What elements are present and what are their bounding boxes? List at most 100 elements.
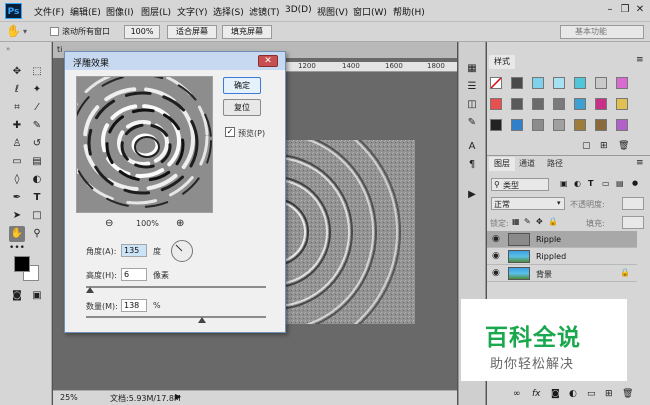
height-slider[interactable] xyxy=(86,286,266,288)
healing-brush-tool-icon[interactable]: ✚ xyxy=(9,118,25,134)
menu-select[interactable]: 选择(S) xyxy=(213,5,244,18)
lock-transparency-icon[interactable]: ▦ xyxy=(512,217,520,226)
amount-input[interactable]: 138 xyxy=(121,299,147,312)
visibility-eye-icon[interactable]: ◉ xyxy=(492,251,500,261)
actions-panel-icon[interactable]: ▶ xyxy=(465,188,479,202)
fill-screen-button[interactable]: 填充屏幕 xyxy=(222,25,272,39)
menu-3d[interactable]: 3D(D) xyxy=(285,5,312,15)
menu-help[interactable]: 帮助(H) xyxy=(393,5,425,18)
menu-layer[interactable]: 图层(L) xyxy=(141,5,171,18)
adjustment-layer-icon[interactable]: ◐ xyxy=(569,389,577,399)
status-menu-arrow-icon[interactable]: ▶ xyxy=(175,392,181,401)
move-tool-icon[interactable]: ✥ xyxy=(9,64,25,80)
style-swatch[interactable] xyxy=(511,98,523,110)
filter-type-icon[interactable]: T xyxy=(588,179,593,188)
style-swatch[interactable] xyxy=(511,77,523,89)
new-style-add-icon[interactable]: ⊞ xyxy=(600,141,608,151)
menu-window[interactable]: 窗口(W) xyxy=(353,5,387,18)
angle-dial[interactable] xyxy=(171,240,193,262)
preview-checkbox[interactable]: ✓ xyxy=(225,127,235,137)
lasso-tool-icon[interactable]: ℓ xyxy=(9,82,25,98)
style-swatch[interactable] xyxy=(553,98,565,110)
ok-button[interactable]: 确定 xyxy=(223,77,261,94)
eyedropper-tool-icon[interactable]: ⁄ xyxy=(29,100,45,116)
marquee-tool-icon[interactable]: ⬚ xyxy=(29,64,45,80)
style-swatch[interactable] xyxy=(616,77,628,89)
paragraph-panel-icon[interactable]: ¶ xyxy=(465,158,479,172)
type-tool-icon[interactable]: T xyxy=(29,190,45,206)
dialog-close-icon[interactable]: ✕ xyxy=(258,55,278,67)
zoom-in-icon[interactable]: ⊕ xyxy=(176,218,184,229)
style-swatch[interactable] xyxy=(595,77,607,89)
layer-style-icon[interactable]: fx xyxy=(532,389,541,399)
brush-panel-icon[interactable]: ✎ xyxy=(465,116,479,130)
gradient-tool-icon[interactable]: ▤ xyxy=(29,154,45,170)
style-swatch[interactable] xyxy=(616,119,628,131)
delete-style-icon[interactable]: 🗑 xyxy=(618,141,629,151)
style-swatch[interactable] xyxy=(490,119,502,131)
opacity-field[interactable] xyxy=(622,197,644,210)
path-selection-tool-icon[interactable]: ➤ xyxy=(9,208,25,224)
style-swatch[interactable] xyxy=(511,119,523,131)
delete-layer-icon[interactable]: 🗑 xyxy=(622,389,633,399)
zoom-100-button[interactable]: 100% xyxy=(124,25,160,39)
pen-tool-icon[interactable]: ✒ xyxy=(9,190,25,206)
style-swatch[interactable] xyxy=(574,119,586,131)
fit-screen-button[interactable]: 适合屏幕 xyxy=(167,25,217,39)
menu-edit[interactable]: 编辑(E) xyxy=(70,5,101,18)
quick-mask-icon[interactable]: ◙ xyxy=(9,288,25,304)
lock-all-icon[interactable]: 🔒 xyxy=(548,217,558,226)
visibility-eye-icon[interactable]: ◉ xyxy=(492,268,500,278)
filter-toggle-icon[interactable]: ● xyxy=(632,179,638,187)
magic-wand-tool-icon[interactable]: ✦ xyxy=(29,82,45,98)
document-tab[interactable]: ti xyxy=(57,45,62,54)
character-panel-icon[interactable]: A xyxy=(465,140,479,154)
new-layer-icon[interactable]: ⊞ xyxy=(605,389,613,399)
workspace-select[interactable]: 基本功能 xyxy=(560,25,644,39)
dodge-tool-icon[interactable]: ◐ xyxy=(29,172,45,188)
layers-panel-menu-icon[interactable]: ≡ xyxy=(636,158,644,168)
zoom-tool-icon[interactable]: ⚲ xyxy=(29,226,45,242)
style-swatch[interactable] xyxy=(574,98,586,110)
embossed-canvas-image[interactable] xyxy=(285,140,415,324)
filter-shape-icon[interactable]: ▭ xyxy=(602,179,610,188)
screen-mode-icon[interactable]: ▣ xyxy=(29,288,45,304)
amount-slider-thumb[interactable] xyxy=(198,317,206,323)
zoom-out-icon[interactable]: ⊖ xyxy=(105,218,113,229)
style-swatch[interactable] xyxy=(595,119,607,131)
crop-tool-icon[interactable]: ⌗ xyxy=(9,100,25,116)
clone-stamp-tool-icon[interactable]: ♙ xyxy=(9,136,25,152)
amount-slider[interactable] xyxy=(86,316,266,318)
lock-position-icon[interactable]: ✥ xyxy=(536,217,543,226)
eraser-tool-icon[interactable]: ▭ xyxy=(9,154,25,170)
filter-smart-object-icon[interactable]: ▤ xyxy=(616,179,624,188)
menu-filter[interactable]: 滤镜(T) xyxy=(249,5,280,18)
style-swatch[interactable] xyxy=(532,119,544,131)
style-swatch-none[interactable] xyxy=(490,77,502,89)
filter-preview[interactable] xyxy=(76,76,213,213)
reset-button[interactable]: 复位 xyxy=(223,99,261,116)
tab-styles[interactable]: 样式 xyxy=(489,55,515,69)
history-panel-icon[interactable]: ▦ xyxy=(465,62,479,76)
new-group-icon[interactable]: ▭ xyxy=(587,389,596,399)
menu-type[interactable]: 文字(Y) xyxy=(177,5,208,18)
history-brush-tool-icon[interactable]: ↺ xyxy=(29,136,45,152)
visibility-eye-icon[interactable]: ◉ xyxy=(492,234,500,244)
style-swatch[interactable] xyxy=(574,77,586,89)
scroll-all-checkbox[interactable] xyxy=(50,27,59,36)
document-info[interactable]: 文档:5.93M/17.8M xyxy=(110,393,181,404)
menu-view[interactable]: 视图(V) xyxy=(317,5,348,18)
link-layers-icon[interactable]: ∞ xyxy=(513,389,521,399)
new-style-icon[interactable]: ▢ xyxy=(582,141,591,151)
style-swatch[interactable] xyxy=(553,77,565,89)
height-slider-thumb[interactable] xyxy=(86,287,94,293)
more-tools-icon[interactable]: ••• xyxy=(9,240,25,256)
close-window-icon[interactable]: ✕ xyxy=(634,4,646,16)
style-swatch[interactable] xyxy=(616,98,628,110)
zoom-level[interactable]: 25% xyxy=(60,393,78,402)
blur-tool-icon[interactable]: ◊ xyxy=(9,172,25,188)
style-swatch[interactable] xyxy=(532,77,544,89)
angle-input[interactable]: 135 xyxy=(121,244,147,257)
menu-image[interactable]: 图像(I) xyxy=(106,5,134,18)
menu-file[interactable]: 文件(F) xyxy=(34,5,64,18)
